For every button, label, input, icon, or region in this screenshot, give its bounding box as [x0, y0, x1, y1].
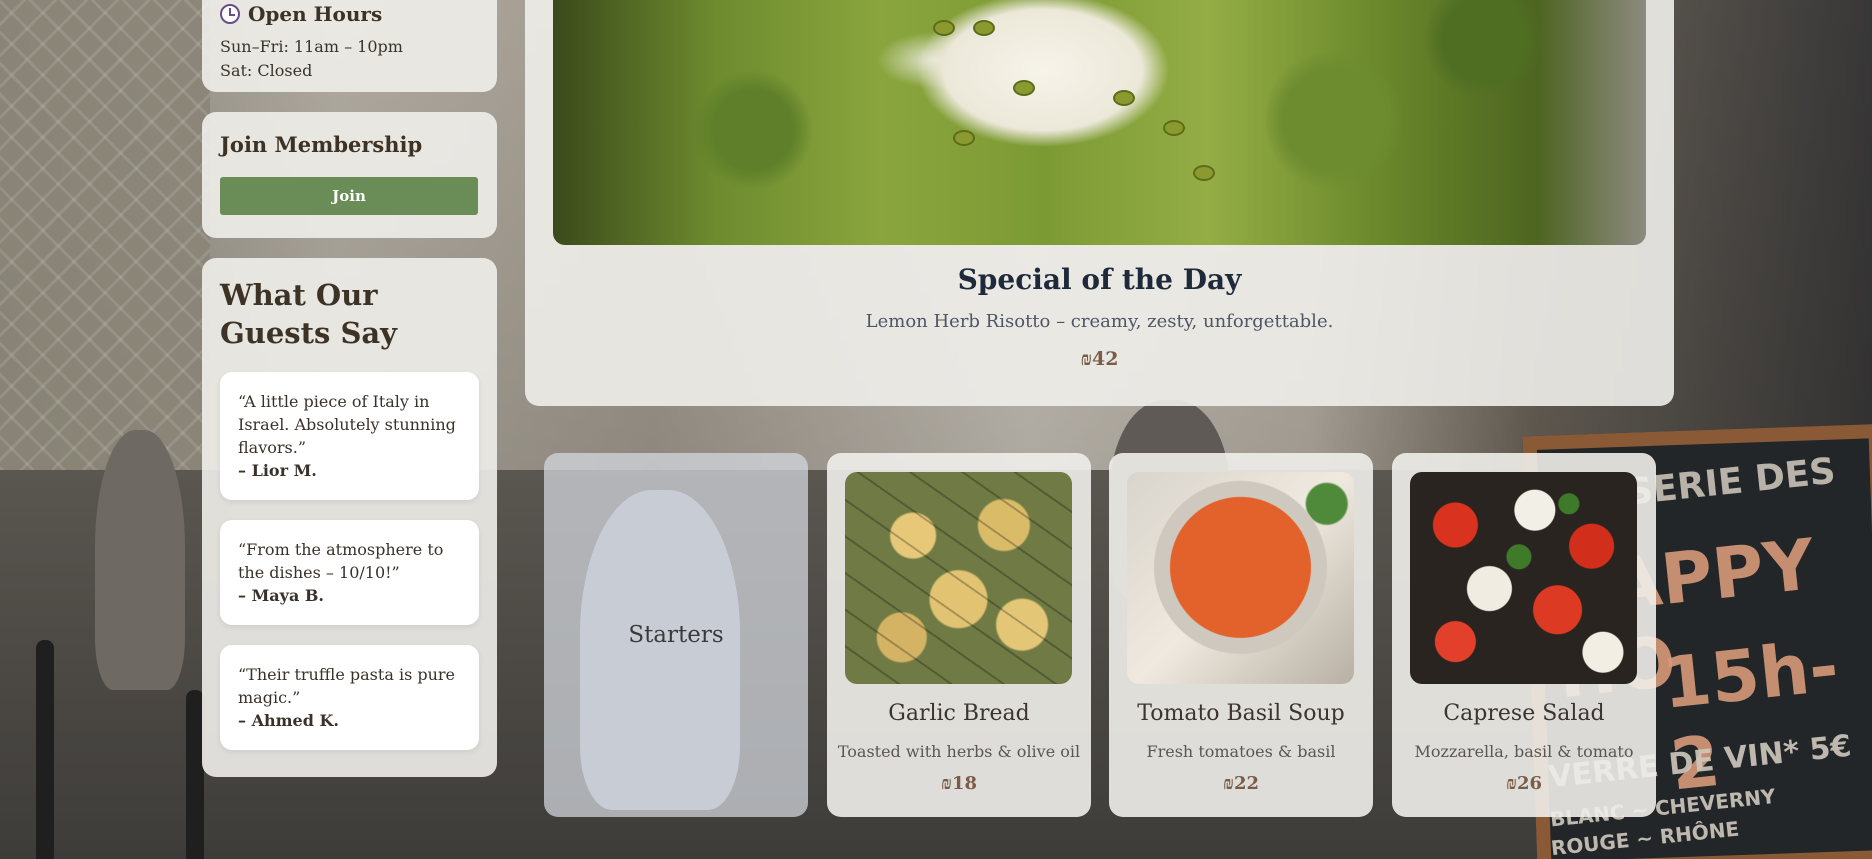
review-quote: “From the atmosphere to the dishes – 10/…: [238, 540, 444, 582]
special-of-the-day-card: Special of the Day Lemon Herb Risotto – …: [525, 0, 1674, 406]
pistachio-garnish: [953, 130, 975, 146]
menu-item-price: ₪26: [1506, 773, 1542, 794]
review-quote: “A little piece of Italy in Israel. Abso…: [238, 392, 456, 457]
pistachio-garnish: [1163, 120, 1185, 136]
open-hours-card: Open Hours Sun–Fri: 11am – 10pm Sat: Clo…: [202, 0, 497, 92]
menu-item-description: Fresh tomatoes & basil: [1146, 742, 1336, 761]
menu-item-caprese-salad[interactable]: Caprese Salad Mozzarella, basil & tomato…: [1392, 453, 1656, 817]
tomato-soup-image: [1127, 472, 1354, 684]
review-card: “Their truffle pasta is pure magic.” – A…: [220, 645, 479, 750]
review-card: “A little piece of Italy in Israel. Abso…: [220, 372, 479, 500]
hours-line: Sat: Closed: [220, 61, 313, 80]
caprese-salad-image: [1410, 472, 1637, 684]
special-price: ₪42: [1080, 348, 1119, 370]
review-card: “From the atmosphere to the dishes – 10/…: [220, 520, 479, 625]
menu-item-description: Toasted with herbs & olive oil: [837, 742, 1081, 761]
menu-item-price: ₪18: [941, 773, 977, 794]
background-lattice: [0, 0, 210, 470]
join-button[interactable]: Join: [220, 177, 478, 215]
clock-icon: [220, 4, 240, 24]
menu-item-description: Mozzarella, basil & tomato: [1414, 742, 1634, 761]
review-author: – Ahmed K.: [238, 711, 339, 730]
menu-item-tomato-basil-soup[interactable]: Tomato Basil Soup Fresh tomatoes & basil…: [1109, 453, 1373, 817]
background-person: [95, 430, 185, 690]
open-hours-heading: Open Hours: [220, 2, 479, 26]
pistachio-garnish: [933, 20, 955, 36]
membership-card: Join Membership Join: [202, 112, 497, 238]
menu-item-price: ₪22: [1223, 773, 1259, 794]
special-title: Special of the Day: [957, 263, 1242, 296]
hours-line: Sun–Fri: 11am – 10pm: [220, 37, 403, 56]
menu-category-starters[interactable]: Starters: [544, 453, 808, 817]
open-hours-title: Open Hours: [248, 2, 383, 26]
background-bollard: [36, 640, 54, 859]
pistachio-garnish: [1193, 165, 1215, 181]
special-dish-image: [553, 0, 1646, 245]
pistachio-garnish: [973, 20, 995, 36]
menu-item-garlic-bread[interactable]: Garlic Bread Toasted with herbs & olive …: [827, 453, 1091, 817]
pistachio-garnish: [1113, 90, 1135, 106]
review-quote: “Their truffle pasta is pure magic.”: [238, 665, 456, 707]
menu-item-name: Garlic Bread: [888, 701, 1030, 726]
menu-item-name: Tomato Basil Soup: [1137, 701, 1345, 726]
menu-item-name: Caprese Salad: [1443, 701, 1605, 726]
pistachio-garnish: [1013, 80, 1035, 96]
review-author: – Maya B.: [238, 586, 324, 605]
garlic-bread-image: [845, 472, 1072, 684]
menu-category-label: Starters: [628, 622, 724, 648]
guest-reviews-title: What Our Guests Say: [220, 278, 398, 350]
review-author: – Lior M.: [238, 461, 317, 480]
special-description: Lemon Herb Risotto – creamy, zesty, unfo…: [865, 311, 1334, 332]
guest-reviews-card: What Our Guests Say “A little piece of I…: [202, 258, 497, 777]
membership-title: Join Membership: [220, 132, 423, 157]
